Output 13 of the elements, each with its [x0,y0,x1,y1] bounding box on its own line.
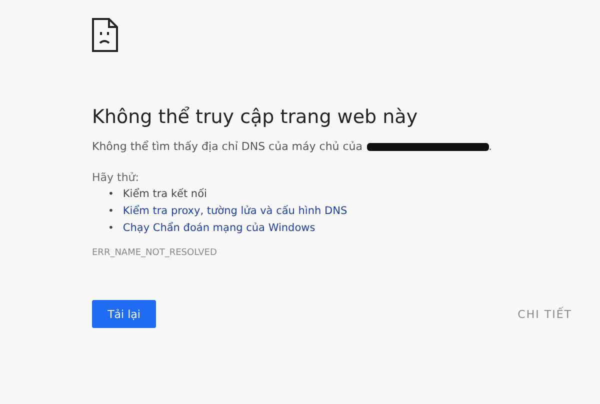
suggestion-link[interactable]: Kiểm tra proxy, tường lửa và cấu hình DNS [122,205,348,217]
error-code: ERR_NAME_NOT_RESOLVED [92,248,218,258]
suggestions-label: Hãy thử: [92,171,140,184]
error-heading: Không thể truy cập trang web này [92,106,419,128]
bullet: • [108,206,114,216]
reload-button[interactable]: Tải lại [92,300,156,328]
sad-page-icon [92,18,118,52]
message-period: . [488,140,492,153]
suggestion-link[interactable]: Chạy Chẩn đoán mạng của Windows [122,222,316,234]
bullet: • [108,222,114,234]
bullet: • [108,188,114,200]
error-message: Không thể tìm thấy địa chỉ DNS của máy chủ của [92,140,363,153]
suggestion-text: Kiểm tra kết nối [122,188,207,200]
